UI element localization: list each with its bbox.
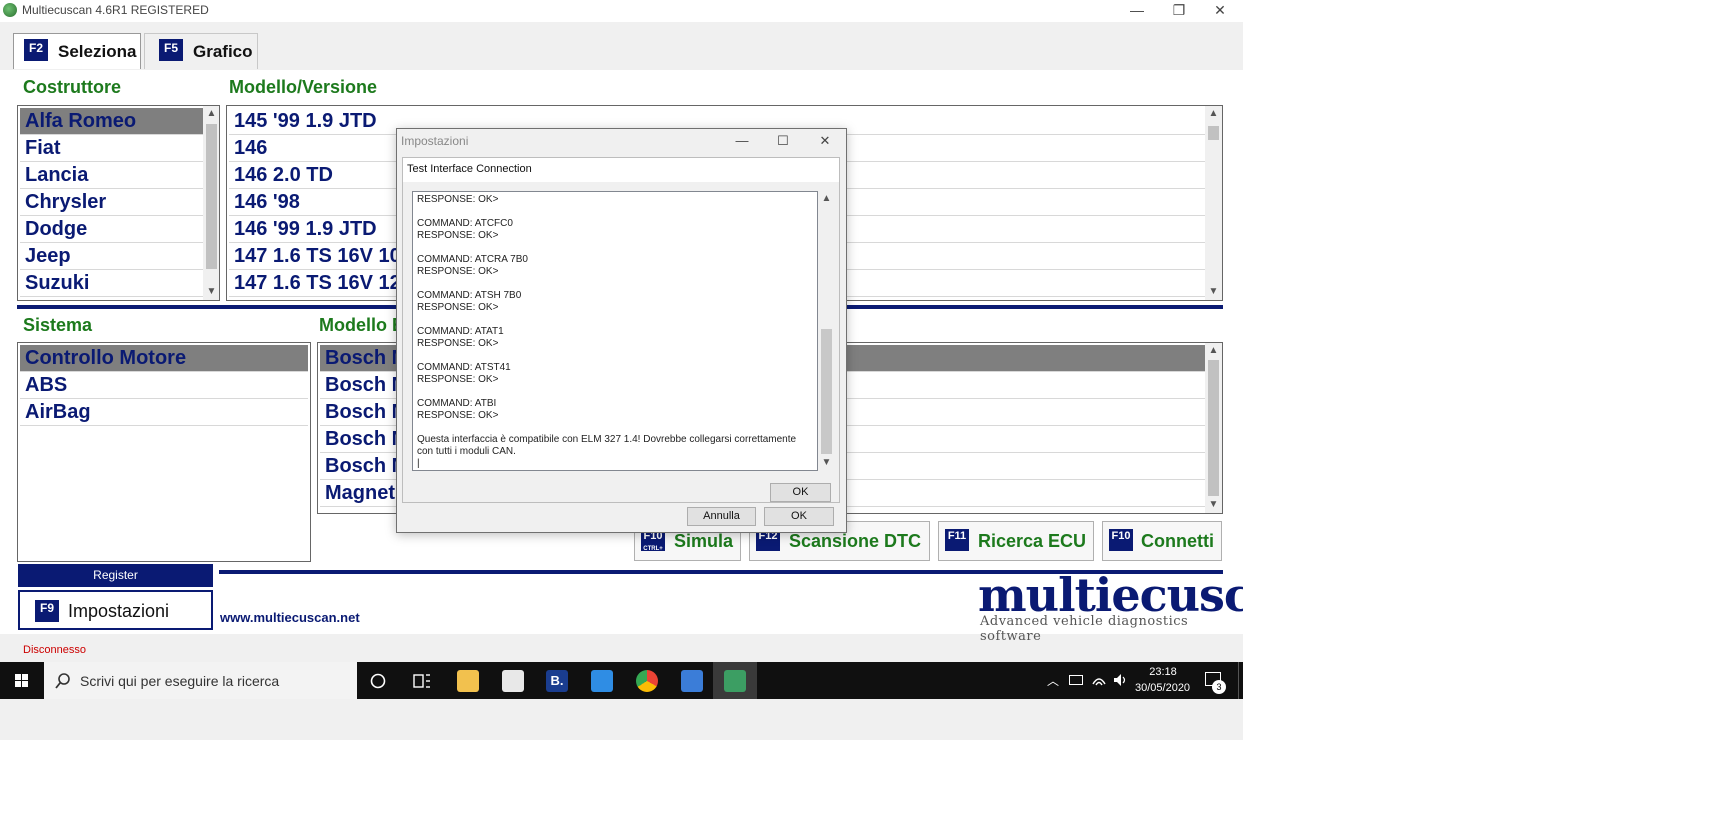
scroll-up-icon[interactable]: ▲ [203, 106, 219, 122]
scansione-dtc-label: Scansione DTC [789, 531, 922, 551]
dialog-minimize-button[interactable]: — [722, 129, 762, 153]
scroll-up-icon[interactable]: ▲ [1205, 106, 1222, 122]
title-bar: Multiecuscan 4.6R1 REGISTERED — ❐ ✕ [0, 0, 1243, 22]
list-item[interactable]: Jeep [20, 243, 204, 270]
website-link[interactable]: www.multiecuscan.net [220, 610, 360, 625]
connection-log-text: RESPONSE: OK> COMMAND: ATCFC0 RESPONSE: … [417, 194, 797, 469]
impostazioni-label: Impostazioni [68, 601, 170, 621]
connection-log[interactable]: RESPONSE: OK> COMMAND: ATCFC0 RESPONSE: … [412, 191, 818, 471]
connetti-label: Connetti [1141, 531, 1214, 551]
taskbar-search[interactable]: Scrivi qui per eseguire la ricerca [44, 662, 357, 699]
dialog-close-button[interactable]: ✕ [805, 129, 845, 153]
scroll-thumb[interactable] [1208, 126, 1219, 140]
system-heading: Sistema [23, 315, 93, 335]
connection-status: Disconnesso [23, 644, 86, 656]
list-item[interactable]: Controllo Motore [20, 345, 308, 372]
tab-grafico[interactable]: F5 Grafico [144, 33, 258, 69]
start-button[interactable] [0, 662, 44, 699]
ricerca-ecu-label: Ricerca ECU [978, 531, 1087, 551]
list-item[interactable]: Lancia [20, 162, 204, 189]
scroll-thumb[interactable] [1208, 360, 1219, 496]
mail-icon[interactable] [591, 670, 613, 692]
test-connection-header: Test Interface Connection [403, 158, 839, 182]
f11-key-badge: F11 [945, 529, 969, 551]
windows-icon [15, 674, 28, 687]
dialog-title: Impostazioni [401, 134, 469, 148]
task-view-icon[interactable] [412, 672, 432, 690]
list-item[interactable]: ABS [20, 372, 308, 399]
multiecuscan-taskbar-button[interactable] [713, 662, 757, 699]
list-item[interactable]: Chrysler [20, 189, 204, 216]
scroll-thumb[interactable] [821, 329, 832, 454]
cancel-button[interactable]: Annulla [687, 507, 756, 526]
cortana-icon[interactable] [369, 672, 387, 690]
list-item[interactable]: Fiat [20, 135, 204, 162]
wifi-icon[interactable] [1091, 672, 1107, 688]
settings-dialog: Impostazioni — ☐ ✕ Test Interface Connec… [396, 128, 847, 533]
close-button[interactable]: ✕ [1197, 0, 1243, 22]
taskbar: Scrivi qui per eseguire la ricerca B. ︿ … [0, 662, 1243, 699]
scroll-down-icon[interactable]: ▼ [1205, 497, 1222, 513]
minimize-button[interactable]: — [1114, 0, 1160, 22]
scroll-up-icon[interactable]: ▲ [1205, 343, 1222, 359]
list-item[interactable]: Alfa Romeo [20, 108, 204, 135]
notification-count-badge: 3 [1212, 680, 1226, 694]
f2-key-badge: F2 [24, 39, 48, 61]
scroll-down-icon[interactable]: ▼ [203, 284, 219, 300]
list-item[interactable]: AirBag [20, 399, 308, 426]
dialog-maximize-button[interactable]: ☐ [763, 129, 803, 153]
app-window-icon[interactable] [681, 670, 703, 692]
f5-key-badge: F5 [159, 39, 183, 61]
booking-icon[interactable]: B. [546, 670, 568, 692]
restore-button[interactable]: ❐ [1156, 0, 1202, 22]
ok-button[interactable]: OK [764, 507, 834, 526]
app-icon [3, 3, 17, 17]
list-item[interactable]: Suzuki [20, 270, 204, 297]
store-icon[interactable] [502, 670, 524, 692]
simula-label: Simula [674, 531, 734, 551]
ecu-model-scrollbar[interactable]: ▲ ▼ [1205, 343, 1222, 513]
tab-label: Grafico [193, 42, 253, 61]
tab-label: Seleziona [58, 42, 137, 61]
main-window: Multiecuscan 4.6R1 REGISTERED — ❐ ✕ F2 S… [0, 0, 1243, 740]
connetti-button[interactable]: F10 Connetti [1102, 521, 1222, 561]
window-title: Multiecuscan 4.6R1 REGISTERED [22, 3, 209, 17]
manufacturer-scrollbar[interactable]: ▲ ▼ [203, 106, 219, 300]
tray-overflow-icon[interactable]: ︿ [1047, 672, 1059, 689]
ecu-model-heading: Modello E [319, 315, 404, 335]
f10-key-badge: F10 [1109, 529, 1133, 551]
clock-time[interactable]: 23:18 [1148, 666, 1178, 678]
multiecuscan-icon [724, 670, 746, 692]
test-connection-panel: Test Interface Connection RESPONSE: OK> … [402, 157, 840, 503]
manufacturer-heading: Costruttore [23, 77, 121, 97]
log-scrollbar[interactable]: ▲ ▼ [818, 191, 835, 471]
chrome-icon[interactable] [636, 670, 658, 692]
scroll-down-icon[interactable]: ▼ [1205, 284, 1222, 300]
manufacturer-list[interactable]: Alfa Romeo Fiat Lancia Chrysler Dodge Je… [17, 105, 220, 301]
logo-tagline: Advanced vehicle diagnostics software [980, 614, 1189, 644]
system-list[interactable]: Controllo Motore ABS AirBag [17, 342, 311, 562]
show-desktop-button[interactable] [1238, 662, 1243, 699]
file-explorer-icon[interactable] [457, 670, 479, 692]
impostazioni-button[interactable]: F9 Impostazioni [18, 590, 213, 630]
scroll-thumb[interactable] [206, 124, 217, 269]
model-scrollbar[interactable]: ▲ ▼ [1205, 106, 1222, 300]
test-connection-title: Test Interface Connection [407, 163, 532, 175]
scroll-down-icon[interactable]: ▼ [818, 455, 835, 471]
model-heading: Modello/Versione [229, 77, 378, 97]
tab-seleziona[interactable]: F2 Seleziona [13, 33, 141, 69]
battery-icon[interactable] [1069, 675, 1083, 685]
scroll-up-icon[interactable]: ▲ [818, 191, 835, 207]
ricerca-ecu-button[interactable]: F11 Ricerca ECU [938, 521, 1094, 561]
inner-ok-button[interactable]: OK [770, 483, 831, 502]
register-button[interactable]: Register [18, 564, 213, 587]
volume-icon[interactable] [1112, 672, 1128, 688]
search-icon [55, 673, 70, 689]
list-item[interactable]: Dodge [20, 216, 204, 243]
f9-key-badge: F9 [35, 600, 59, 622]
clock-date[interactable]: 30/05/2020 [1135, 682, 1190, 694]
search-placeholder: Scrivi qui per eseguire la ricerca [80, 673, 280, 689]
